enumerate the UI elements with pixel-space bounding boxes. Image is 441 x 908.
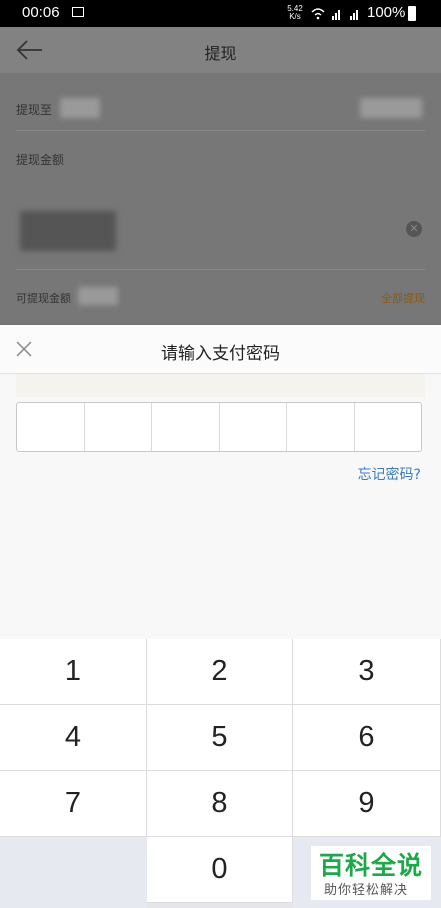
forgot-password-link[interactable]: 忘记密码? [358,464,421,484]
signal-icon [310,5,364,24]
watermark-sub: 助你轻松解决 [324,883,409,898]
key-0[interactable]: 0 [147,837,293,903]
watermark-logo: 百科全说 助你轻松解决 [311,846,431,900]
key-9[interactable]: 9 [293,771,441,837]
page-title: 提现 [204,44,237,63]
blurred-account-name [60,98,100,118]
divider [16,269,425,270]
network-speed: 5.42 K/s [286,5,304,21]
status-time: 00:06 [22,4,60,21]
withdraw-all-link[interactable]: 全部提现 [381,290,425,306]
key-blank [0,837,147,908]
available-amount-label: 可提现金额 [16,292,71,305]
pin-cell[interactable] [17,403,85,451]
page-header: 提现 [0,27,441,73]
key-5[interactable]: 5 [147,705,293,771]
network-speed-unit: K/s [289,12,301,21]
pin-input[interactable] [16,402,422,452]
clear-input-icon[interactable]: ✕ [406,221,422,237]
amount-label: 提现金额 [16,153,65,167]
key-4[interactable]: 4 [0,705,147,771]
blurred-account-number [360,98,422,118]
key-6[interactable]: 6 [293,705,441,771]
blurred-amount [20,211,116,251]
pin-cell[interactable] [220,403,287,451]
key-8[interactable]: 8 [147,771,293,837]
divider [16,130,425,131]
watermark-main: 百科全说 [319,851,424,880]
withdraw-to-row[interactable]: 提现至 [0,83,441,133]
key-2[interactable]: 2 [147,639,293,705]
pin-cell[interactable] [287,403,355,451]
pin-cell[interactable] [152,403,220,451]
key-7[interactable]: 7 [0,771,147,837]
sheet-header: 请输入支付密码 [0,325,441,374]
withdraw-page-dimmed: 提现 提现至 提现金额 ✕ 可提现金额 全部提现 [0,27,441,325]
battery-percent: 100% [367,4,406,21]
withdraw-to-label: 提现至 [16,103,53,117]
pin-cell[interactable] [85,403,152,451]
key-3[interactable]: 3 [293,639,441,705]
amount-input[interactable] [0,197,441,261]
key-1[interactable]: 1 [0,639,147,705]
status-bar: 00:06 5.42 K/s 100% [0,0,441,27]
pin-cell[interactable] [355,403,422,451]
sheet-title: 请输入支付密码 [161,344,280,364]
image-notification-icon [72,7,84,17]
battery-icon [408,6,416,21]
blurred-available-amount [78,287,118,305]
